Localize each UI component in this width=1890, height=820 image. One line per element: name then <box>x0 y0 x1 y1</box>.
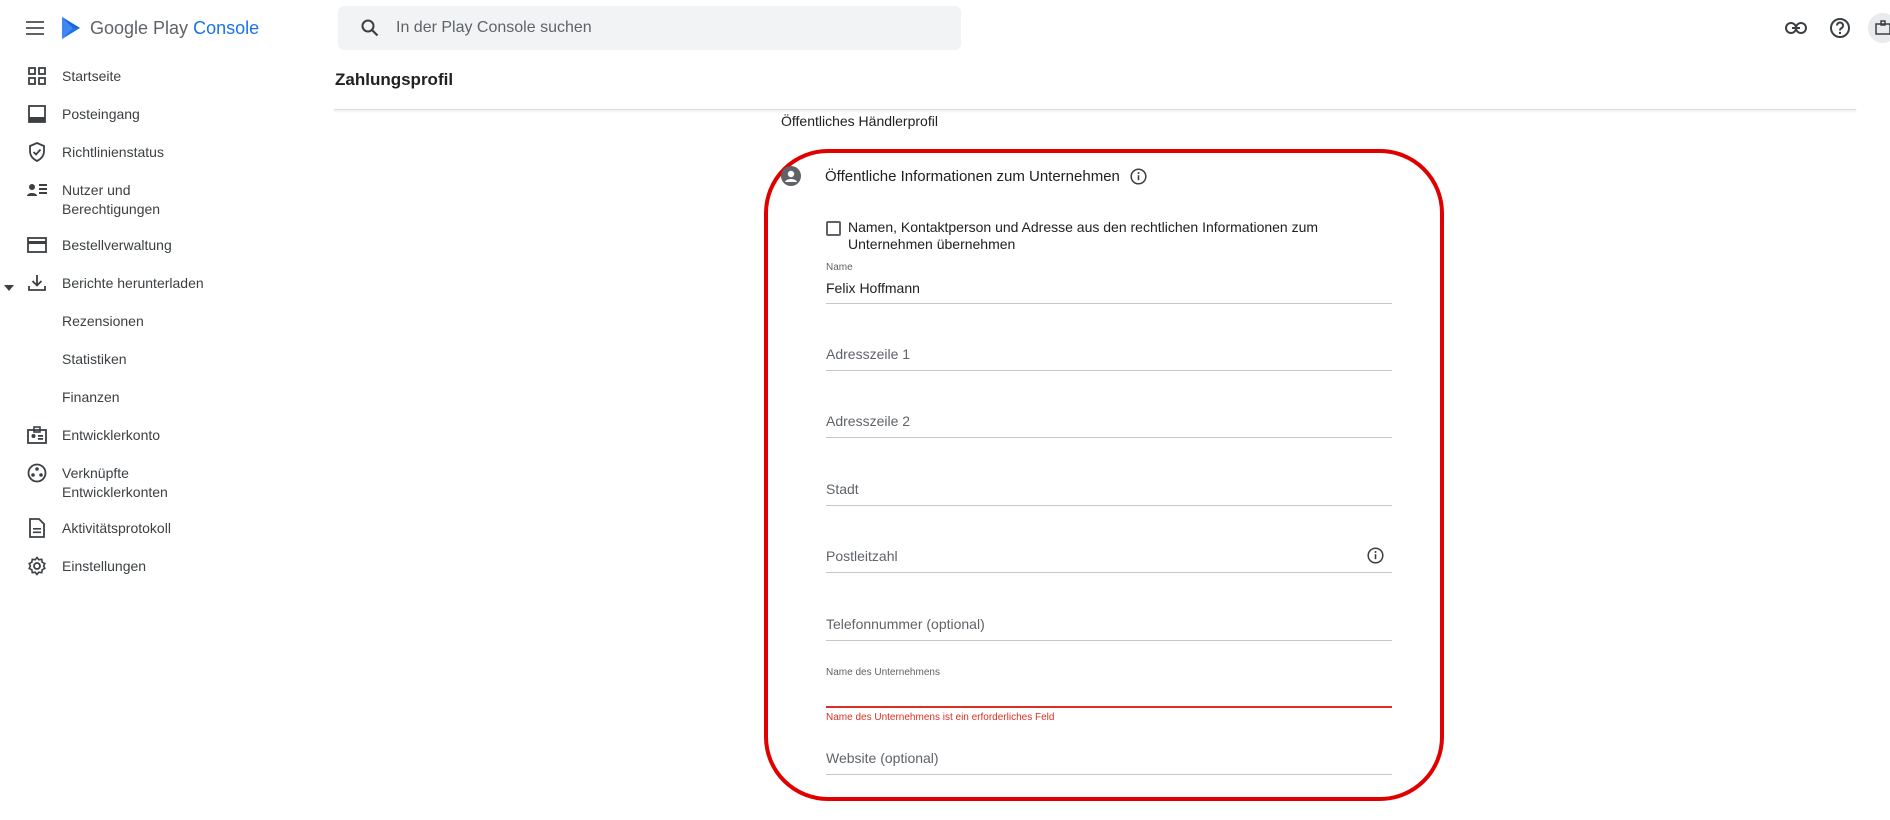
sidebar-item-label: Finanzen <box>62 389 120 405</box>
sidebar-item-label: Nutzer und Berechtigungen <box>62 182 161 217</box>
sidebar-item-label: Verknüpfte Entwicklerkonten <box>62 465 168 500</box>
sidebar-item-posteingang[interactable]: Posteingang <box>0 96 320 134</box>
account-badge-icon <box>1875 20 1890 35</box>
search-icon <box>358 16 382 40</box>
logo-text: Google Play Console <box>90 17 260 38</box>
address-line2-field[interactable]: Adresszeile 2 <box>826 397 1392 438</box>
info-icon[interactable] <box>1130 167 1147 185</box>
help-button[interactable] <box>1824 12 1856 44</box>
search-input[interactable] <box>396 19 936 37</box>
sidebar-item-bestellverwaltung[interactable]: Bestellverwaltung <box>0 227 320 265</box>
sidebar-item-label: Berichte herunterladen <box>62 275 204 291</box>
sidebar-item-label: Richtlinienstatus <box>62 144 164 160</box>
shield-icon <box>26 141 48 163</box>
sidebar-item-richtlinienstatus[interactable]: Richtlinienstatus <box>0 134 320 172</box>
company-name-error: Name des Unternehmens ist ein erforderli… <box>826 712 1055 723</box>
linked-accounts-icon <box>26 462 48 484</box>
sidebar-item-einstellungen[interactable]: Einstellungen <box>0 548 320 586</box>
address-line1-field[interactable]: Adresszeile 1 <box>826 330 1392 371</box>
sidebar-item-verknuepfte-entwicklerkonten[interactable]: Verknüpfte Entwicklerkonten <box>0 455 320 510</box>
account-button[interactable] <box>1868 13 1890 43</box>
phone-field[interactable]: Telefonnummer (optional) <box>826 600 1392 641</box>
public-info-title: Öffentliche Informationen zum Unternehme… <box>825 167 1120 185</box>
link-button[interactable] <box>1780 12 1812 44</box>
hamburger-menu-icon <box>26 21 44 35</box>
postal-code-field[interactable]: Postleitzahl <box>826 532 1392 573</box>
top-actions <box>1768 12 1890 44</box>
sidebar-item-label: Statistiken <box>62 351 127 367</box>
address-line2-placeholder: Adresszeile 2 <box>826 413 911 429</box>
section-title: Öffentliches Händlerprofil <box>781 113 938 129</box>
play-logo-icon <box>62 17 80 39</box>
checkbox-label: Namen, Kontaktperson und Adresse aus den… <box>848 219 1319 252</box>
city-placeholder: Stadt <box>826 481 859 497</box>
phone-placeholder: Telefonnummer (optional) <box>826 616 985 632</box>
sidebar: Startseite Posteingang Richtlinienstatus… <box>0 58 320 586</box>
search-bar[interactable] <box>338 6 961 50</box>
page-title: Zahlungsprofil <box>335 70 454 89</box>
sidebar-item-aktivitaetsprotokoll[interactable]: Aktivitätsprotokoll <box>0 510 320 548</box>
sidebar-item-label: Posteingang <box>62 106 140 122</box>
play-console-logo[interactable]: Google Play Console <box>60 14 259 42</box>
manage-accounts-icon <box>26 179 48 201</box>
public-info-header: Öffentliche Informationen zum Unternehme… <box>781 166 1147 186</box>
website-field[interactable]: Website (optional) <box>826 735 1392 775</box>
sidebar-item-label: Bestellverwaltung <box>62 237 172 253</box>
dashboard-icon <box>26 65 48 87</box>
sidebar-item-label: Aktivitätsprotokoll <box>62 520 171 536</box>
sidebar-item-label: Startseite <box>62 68 122 84</box>
sidebar-item-berichte-herunterladen[interactable]: Berichte herunterladen <box>0 265 320 303</box>
name-field-label: Name <box>826 262 853 273</box>
badge-icon <box>26 424 48 446</box>
sidebar-item-rezensionen[interactable]: Rezensionen <box>0 303 320 341</box>
company-name-label: Name des Unternehmens <box>826 667 940 678</box>
name-field-value: Felix Hoffmann <box>826 280 920 296</box>
copy-legal-info-checkbox-row[interactable]: Namen, Kontaktperson und Adresse aus den… <box>826 219 1346 253</box>
sidebar-item-finanzen[interactable]: Finanzen <box>0 379 320 417</box>
company-name-field[interactable]: Name des Unternehmens <box>826 665 1392 708</box>
help-icon <box>1830 18 1850 38</box>
caret-down-icon[interactable] <box>4 278 14 296</box>
website-placeholder: Website (optional) <box>826 750 939 766</box>
menu-button[interactable] <box>22 14 50 42</box>
status-circle-icon <box>781 166 801 186</box>
download-icon <box>26 272 48 294</box>
sidebar-item-nutzer-berechtigungen[interactable]: Nutzer und Berechtigungen <box>0 172 320 227</box>
postal-code-placeholder: Postleitzahl <box>826 548 898 564</box>
name-field[interactable]: Name Felix Hoffmann <box>826 262 1392 304</box>
sidebar-item-label: Entwicklerkonto <box>62 427 161 443</box>
copy-legal-info-checkbox[interactable] <box>826 221 841 236</box>
link-icon <box>1785 22 1807 34</box>
gear-icon <box>26 555 48 577</box>
sidebar-item-startseite[interactable]: Startseite <box>0 58 320 96</box>
header-divider <box>334 109 1856 110</box>
top-bar: Google Play Console <box>0 0 1890 56</box>
address-line1-placeholder: Adresszeile 1 <box>826 346 911 362</box>
credit-card-icon <box>26 234 48 256</box>
inbox-icon <box>26 103 48 125</box>
sidebar-item-statistiken[interactable]: Statistiken <box>0 341 320 379</box>
sidebar-item-label: Rezensionen <box>62 313 144 329</box>
city-field[interactable]: Stadt <box>826 465 1392 506</box>
sidebar-item-label: Einstellungen <box>62 558 147 574</box>
document-icon <box>26 517 48 539</box>
postal-info-icon[interactable] <box>1367 547 1384 564</box>
sidebar-item-entwicklerkonto[interactable]: Entwicklerkonto <box>0 417 320 455</box>
